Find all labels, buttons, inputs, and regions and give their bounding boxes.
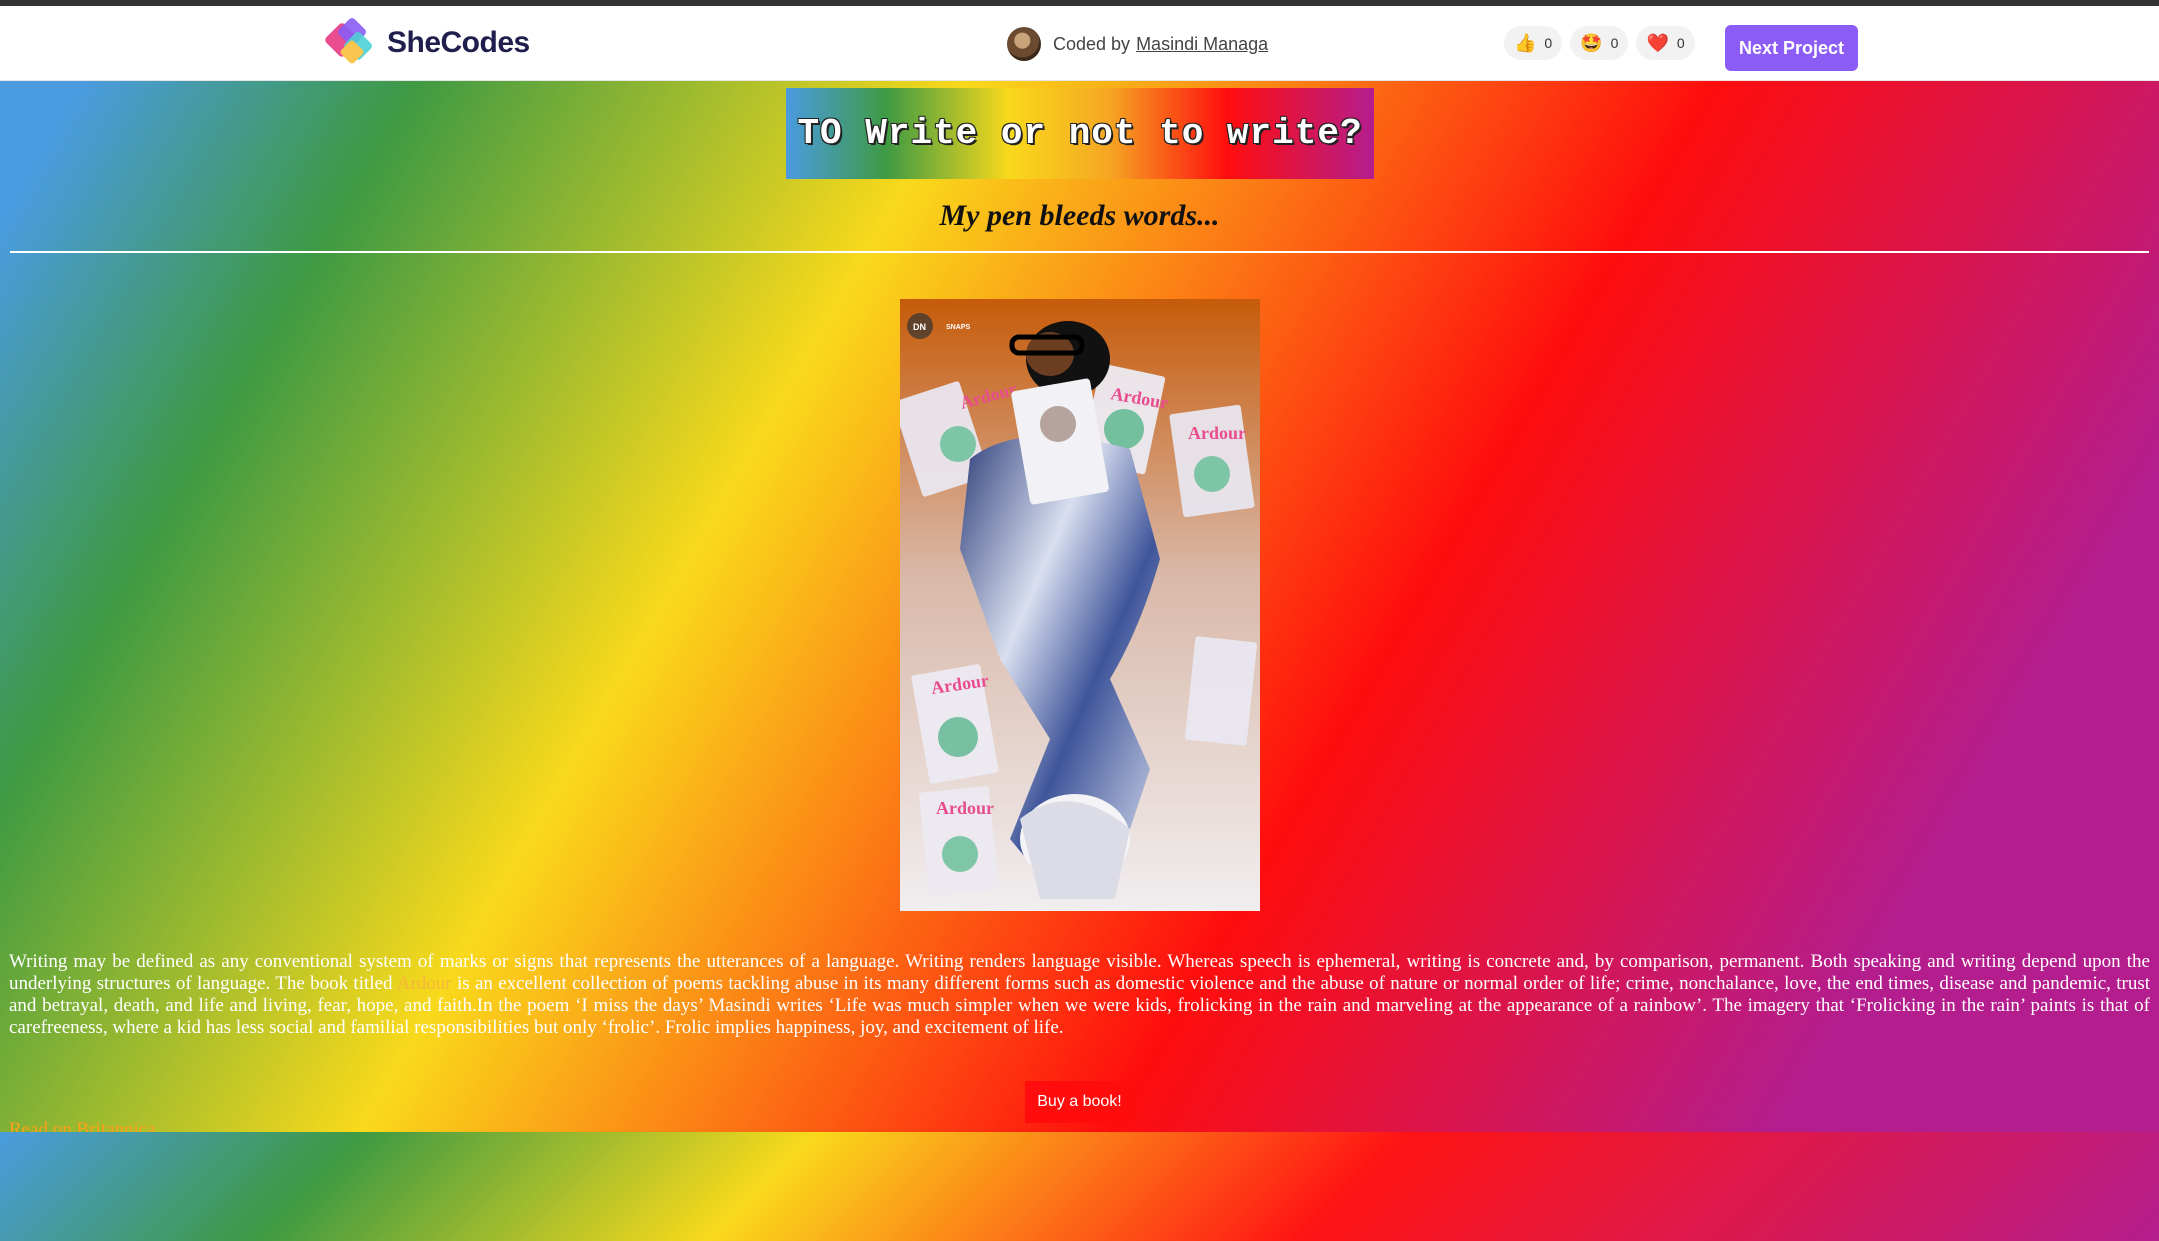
buy-book-button[interactable]: Buy a book! xyxy=(1025,1081,1134,1123)
heart-count: 0 xyxy=(1676,35,1685,51)
divider xyxy=(10,251,2149,253)
book-title-highlight: Ardour xyxy=(396,973,452,994)
author-prefix: Coded by xyxy=(1053,33,1131,54)
thumbs-up-reaction-button[interactable]: 👍 0 xyxy=(1504,26,1563,60)
book-cover-text-5: Ardour xyxy=(936,798,994,818)
page-background xyxy=(0,1132,2159,1241)
author-avatar xyxy=(1007,27,1041,61)
star-struck-count: 0 xyxy=(1610,35,1619,51)
star-struck-reaction-button[interactable]: 🤩 0 xyxy=(1570,26,1629,60)
thumbs-up-count: 0 xyxy=(1544,35,1553,51)
photo-watermark-left: DN xyxy=(913,322,926,332)
author-credit: Coded by Masindi Managa xyxy=(1007,27,1268,61)
author-photo: DN SNAPS Ardour Ardour Ardour Ardour Ard… xyxy=(900,299,1260,911)
page-title: TO Write or not to write? xyxy=(797,113,1363,154)
heart-icon: ❤️ xyxy=(1646,33,1669,53)
thumbs-up-icon: 👍 xyxy=(1514,33,1537,53)
page-subtitle: My pen bleeds words... xyxy=(939,199,1220,232)
read-on-britannica-link[interactable]: Read on Britannica xyxy=(9,1119,156,1132)
project-content: TO Write or not to write? My pen bleeds … xyxy=(0,81,2159,1132)
brand-name: SheCodes xyxy=(387,26,530,59)
star-struck-icon: 🤩 xyxy=(1580,33,1603,53)
book-cover-text-3: Ardour xyxy=(1188,423,1246,443)
photo-watermark-right: SNAPS xyxy=(946,324,970,331)
shecodes-logo-icon xyxy=(325,18,372,64)
next-project-button[interactable]: Next Project xyxy=(1725,25,1858,71)
heart-reaction-button[interactable]: ❤️ 0 xyxy=(1636,26,1695,60)
navbar: SheCodes Coded by Masindi Managa 👍 0 🤩 0… xyxy=(0,6,2159,81)
title-banner: TO Write or not to write? xyxy=(786,88,1374,179)
reactions: 👍 0 🤩 0 ❤️ 0 xyxy=(1504,26,1695,60)
author-link[interactable]: Masindi Managa xyxy=(1136,34,1268,55)
shecodes-logo[interactable]: SheCodes xyxy=(323,17,530,69)
author-photo-illustration: DN SNAPS Ardour Ardour Ardour Ardour Ard… xyxy=(900,299,1260,911)
article-paragraph: Writing may be defined as any convention… xyxy=(9,951,2150,1039)
